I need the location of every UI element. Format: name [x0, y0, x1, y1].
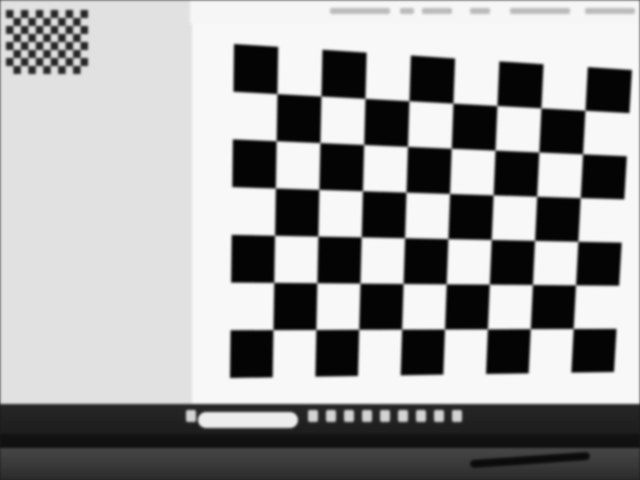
- dark-square: [321, 49, 367, 99]
- dark-square: [535, 196, 581, 242]
- dark-square: [230, 330, 274, 378]
- taskbar-app-icon[interactable]: [380, 410, 390, 422]
- taskbar-app-icon[interactable]: [362, 410, 372, 422]
- dark-square: [403, 238, 449, 285]
- taskbar-app-icon[interactable]: [344, 410, 354, 422]
- dark-square: [319, 143, 365, 192]
- dark-square: [275, 188, 320, 237]
- taskbar-app-icon[interactable]: [398, 410, 408, 422]
- dark-square: [273, 282, 318, 331]
- dark-square: [576, 241, 622, 286]
- taskbar-app-icon[interactable]: [308, 410, 318, 422]
- dark-square: [571, 328, 617, 373]
- dark-square: [493, 150, 540, 197]
- desk-surface: [0, 448, 640, 480]
- dark-square: [231, 234, 276, 283]
- dark-square: [317, 236, 362, 284]
- dark-square: [233, 44, 279, 95]
- taskbar-app-icon[interactable]: [452, 410, 462, 422]
- dark-square: [530, 285, 577, 330]
- dark-square: [580, 154, 627, 200]
- dark-square: [276, 94, 322, 144]
- dark-square: [364, 98, 410, 147]
- dark-square: [585, 67, 632, 114]
- taskbar-app-icon[interactable]: [416, 410, 426, 422]
- dark-square: [400, 329, 446, 376]
- dark-square: [489, 240, 536, 286]
- dark-square: [409, 55, 456, 104]
- dark-square: [539, 108, 586, 155]
- monitor-photo: [0, 0, 640, 480]
- dark-square: [361, 191, 407, 239]
- taskbar-app-icon[interactable]: [186, 410, 196, 422]
- dark-square: [359, 283, 404, 330]
- dark-square: [497, 61, 544, 109]
- dark-square: [486, 329, 531, 374]
- dark-square: [445, 284, 490, 330]
- taskbar: [0, 404, 640, 434]
- dark-square: [448, 193, 494, 240]
- taskbar-app-icon[interactable]: [434, 410, 444, 422]
- taskbar-search-box[interactable]: [198, 412, 298, 428]
- dark-square: [451, 103, 498, 151]
- dark-square: [406, 146, 452, 194]
- dark-square: [232, 139, 277, 189]
- dark-square: [315, 329, 360, 377]
- checkerboard: [230, 44, 632, 378]
- monitor-screen: [0, 0, 640, 418]
- taskbar-app-icon[interactable]: [326, 410, 336, 422]
